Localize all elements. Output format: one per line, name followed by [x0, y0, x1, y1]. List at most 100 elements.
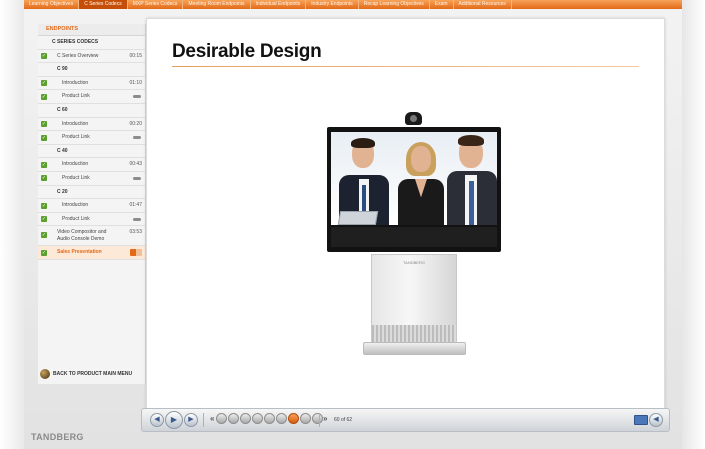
forward-pages-icon[interactable]: » — [323, 414, 327, 423]
sidebar-item-label: Video Compositor and Audio Console Demo — [57, 229, 107, 243]
sidebar-item-video-compositor-demo[interactable]: ✓ Video Compositor and Audio Console Dem… — [38, 226, 145, 247]
tab-learning-objectives[interactable]: Learning Objectives — [24, 0, 80, 9]
sidebar-group-label: C 20 — [57, 188, 68, 195]
slides-icon — [130, 249, 142, 257]
completed-check-icon: ✓ — [41, 121, 47, 128]
tab-individual-endpoints[interactable]: Individual Endpoints — [251, 0, 307, 9]
sidebar-item-duration: 01:47 — [129, 202, 142, 209]
next-button[interactable]: ▶ — [184, 413, 198, 427]
tab-additional-resources[interactable]: Additional Resources — [454, 0, 512, 9]
camera-illustration — [405, 112, 422, 125]
page-dot[interactable] — [252, 413, 264, 424]
monitor-icon[interactable] — [634, 415, 648, 425]
controls-separator — [203, 413, 204, 427]
sidebar-group-c40: C 40 — [38, 145, 145, 159]
sidebar-item-label: Product Link — [62, 134, 90, 141]
tab-c-series-codecs[interactable]: C Series Codecs — [79, 0, 128, 9]
sidebar-item-c40-product-link[interactable]: ✓ Product Link — [38, 172, 145, 186]
person-hair — [351, 138, 375, 148]
page-dot[interactable] — [300, 413, 312, 424]
sidebar-group-label: C 60 — [57, 106, 68, 113]
sidebar-group-c20: C 20 — [38, 186, 145, 200]
sidebar-item-label: Product Link — [62, 174, 90, 181]
completed-check-icon: ✓ — [41, 249, 47, 256]
completed-check-icon: ✓ — [41, 80, 47, 87]
page-dot[interactable] — [264, 413, 276, 424]
sidebar-item-c90-product-link[interactable]: ✓ Product Link — [38, 90, 145, 104]
sidebar-group-c60: C 60 — [38, 104, 145, 118]
link-icon — [133, 136, 141, 140]
page-dot[interactable] — [276, 413, 288, 424]
sidebar-item-c60-introduction[interactable]: ✓ Introduction 00:20 — [38, 118, 145, 132]
back-to-main-menu-button[interactable]: BACK TO PRODUCT MAIN MENU — [40, 368, 132, 380]
previous-button[interactable]: ◀ — [150, 413, 164, 427]
link-icon — [133, 95, 141, 99]
sidebar-item-label: Product Link — [62, 215, 90, 222]
globe-icon — [40, 369, 50, 379]
stand-vent-grill — [372, 325, 456, 343]
title-divider — [172, 66, 639, 67]
sidebar-item-label: C Series Overview — [57, 52, 99, 59]
product-image-base — [363, 342, 466, 355]
volume-button[interactable]: ◀ — [649, 413, 663, 427]
page-dot[interactable] — [228, 413, 240, 424]
completed-check-icon: ✓ — [41, 161, 47, 168]
left-backdrop — [0, 0, 24, 449]
page-dot[interactable] — [240, 413, 252, 424]
sidebar-group-c90: C 90 — [38, 63, 145, 77]
laptop-illustration — [337, 211, 379, 225]
page-dot[interactable] — [216, 413, 228, 424]
person-center — [394, 132, 448, 225]
sidebar: ENDPOINTS C SERIES CODECS ✓ C Series Ove… — [38, 24, 146, 384]
person-hair — [458, 135, 484, 146]
sidebar-section-c-series: C SERIES CODECS — [38, 36, 145, 50]
completed-check-icon: ✓ — [41, 202, 47, 209]
product-image-stand: TANDBERG — [371, 254, 457, 344]
sidebar-item-label: Product Link — [62, 93, 90, 100]
link-icon — [133, 176, 141, 180]
sidebar-item-label: Introduction — [62, 120, 89, 127]
link-icon — [133, 217, 141, 221]
display-speaker-bar — [331, 227, 497, 247]
sidebar-item-label: Introduction — [62, 79, 89, 86]
sidebar-group-label: C 40 — [57, 147, 68, 154]
completed-check-icon: ✓ — [41, 53, 47, 60]
tab-meeting-room-endpoints[interactable]: Meeting Room Endpoints — [183, 0, 251, 9]
sidebar-item-c-series-overview[interactable]: ✓ C Series Overview 00:15 — [38, 50, 145, 64]
content-panel: Desirable Design TANDBERG — [146, 18, 665, 409]
completed-check-icon: ✓ — [41, 232, 47, 239]
completed-check-icon: ✓ — [41, 134, 47, 141]
tab-recap-learning-objectives[interactable]: Recap Learning Objectives — [359, 0, 430, 9]
sidebar-item-duration: 00:20 — [129, 120, 142, 127]
sidebar-item-sales-presentation[interactable]: ✓ Sales Presentation — [38, 246, 145, 260]
person-tie — [469, 181, 474, 225]
sidebar-item-label: Introduction — [62, 202, 89, 209]
player-controls: ◀ ▶ ▶ « » 60 of 62 ◀ — [141, 408, 670, 432]
page-navigator: « — [210, 413, 324, 424]
tab-exam[interactable]: Exam — [430, 0, 454, 9]
rewind-pages-icon[interactable]: « — [210, 414, 214, 423]
top-nav-bar: Learning Objectives C Series Codecs MXP … — [24, 0, 682, 9]
sidebar-item-duration: 00:43 — [129, 161, 142, 168]
sidebar-item-duration: 01:10 — [129, 79, 142, 86]
tab-industry-endpoints[interactable]: Industry Endpoints — [306, 0, 359, 9]
completed-check-icon: ✓ — [41, 93, 47, 100]
sidebar-item-c20-product-link[interactable]: ✓ Product Link — [38, 213, 145, 227]
sidebar-item-c20-introduction[interactable]: ✓ Introduction 01:47 — [38, 199, 145, 213]
sidebar-header: ENDPOINTS — [38, 24, 145, 36]
play-button[interactable]: ▶ — [165, 411, 183, 429]
right-backdrop — [682, 0, 705, 449]
stand-brand-label: TANDBERG — [403, 260, 425, 265]
tab-mxp-series-codecs[interactable]: MXP Series Codecs — [128, 0, 184, 9]
person-head — [411, 146, 431, 172]
current-page-dot[interactable] — [288, 413, 300, 424]
person-left — [335, 132, 391, 225]
sidebar-item-c90-introduction[interactable]: ✓ Introduction 01:10 — [38, 77, 145, 91]
completed-check-icon: ✓ — [41, 216, 47, 223]
sidebar-item-label: Sales Presentation — [57, 249, 102, 256]
person-right — [445, 132, 497, 225]
sidebar-item-c40-introduction[interactable]: ✓ Introduction 00:43 — [38, 158, 145, 172]
completed-check-icon: ✓ — [41, 175, 47, 182]
sidebar-item-c60-product-link[interactable]: ✓ Product Link — [38, 131, 145, 145]
page-dot[interactable] — [312, 413, 324, 424]
